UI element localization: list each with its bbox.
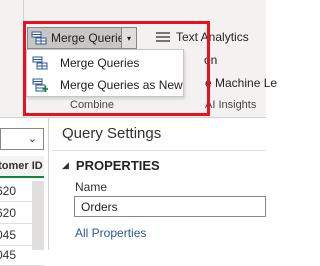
query-name-input[interactable] xyxy=(74,196,266,217)
name-label: Name xyxy=(75,180,108,194)
chevron-down-icon: ⌄ xyxy=(27,133,37,145)
properties-section-header[interactable]: ◢ PROPERTIES xyxy=(62,158,160,173)
vertical-scrollbar[interactable] xyxy=(32,181,44,250)
ai-insights-group-label: AI Insights xyxy=(205,99,257,111)
all-properties-link[interactable]: All Properties xyxy=(75,226,146,240)
azure-machine-learning-button-fragment[interactable]: e Machine Le xyxy=(205,76,277,90)
ribbon-left-edge xyxy=(0,0,24,117)
collapse-triangle-icon: ◢ xyxy=(62,160,69,170)
properties-heading: PROPERTIES xyxy=(75,158,160,173)
query-dropdown[interactable]: ⌄ xyxy=(0,128,44,150)
query-settings-title: Query Settings xyxy=(62,125,162,142)
divider xyxy=(52,150,266,151)
column-header-customer-id[interactable]: stomer ID xyxy=(0,156,44,178)
highlight-box xyxy=(23,21,210,116)
